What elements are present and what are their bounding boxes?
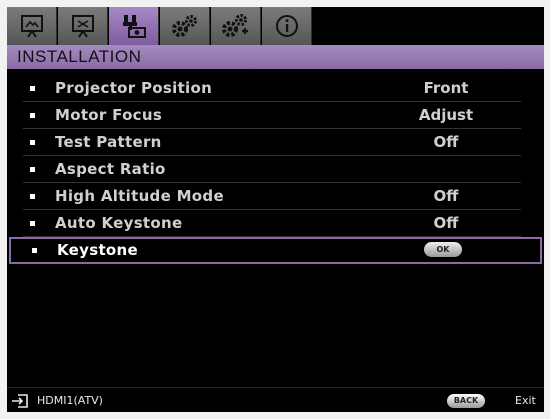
tab-advanced-settings[interactable] bbox=[211, 7, 261, 45]
bullet-icon bbox=[30, 86, 35, 91]
menu-item-value: Front bbox=[423, 79, 469, 97]
ok-button[interactable]: OK bbox=[424, 242, 462, 257]
menu-item-value: Off bbox=[433, 133, 459, 151]
menu-item-label: Test Pattern bbox=[55, 133, 162, 151]
menu-item-label: Auto Keystone bbox=[55, 214, 183, 232]
advanced-settings-gears-icon bbox=[221, 14, 248, 37]
exit-label: Exit bbox=[515, 394, 536, 407]
menu-item-value: Off bbox=[433, 187, 459, 205]
menu-item-value: Adjust bbox=[418, 106, 474, 124]
tab-picture[interactable] bbox=[58, 7, 108, 45]
installation-icon bbox=[122, 15, 146, 38]
menu-item-aspect-ratio[interactable]: Aspect Ratio bbox=[23, 156, 521, 183]
display-icon bbox=[20, 15, 43, 38]
tab-settings[interactable] bbox=[160, 7, 210, 45]
menu-item-high-altitude-mode[interactable]: High Altitude Mode Off bbox=[23, 183, 521, 210]
osd-screen: INSTALLATION Projector Position Front Mo… bbox=[7, 7, 544, 412]
settings-gears-icon bbox=[171, 15, 197, 37]
input-source-label: HDMI1(ATV) bbox=[37, 394, 103, 407]
info-icon bbox=[275, 15, 298, 37]
menu-item-keystone[interactable]: Keystone OK bbox=[9, 237, 542, 264]
back-button[interactable]: BACK bbox=[447, 394, 485, 408]
menu-item-label: Aspect Ratio bbox=[55, 160, 166, 178]
tab-display[interactable] bbox=[7, 7, 57, 45]
bullet-icon bbox=[30, 167, 35, 172]
menu-item-label: Motor Focus bbox=[55, 106, 163, 124]
menu-item-test-pattern[interactable]: Test Pattern Off bbox=[23, 129, 521, 156]
menu-item-label: High Altitude Mode bbox=[55, 187, 224, 205]
menu-item-projector-position[interactable]: Projector Position Front bbox=[23, 75, 521, 102]
bullet-icon bbox=[32, 248, 37, 253]
menu-tab-bar bbox=[7, 7, 544, 45]
menu-item-motor-focus[interactable]: Motor Focus Adjust bbox=[23, 102, 521, 129]
bullet-icon bbox=[30, 140, 35, 145]
section-title-bar: INSTALLATION bbox=[7, 45, 544, 69]
section-title: INSTALLATION bbox=[17, 47, 142, 66]
tab-installation[interactable] bbox=[109, 7, 159, 45]
bullet-icon bbox=[30, 221, 35, 226]
menu-item-value: Off bbox=[433, 214, 459, 232]
menu-item-auto-keystone[interactable]: Auto Keystone Off bbox=[23, 210, 521, 237]
menu-item-label: Projector Position bbox=[55, 79, 213, 97]
tab-information[interactable] bbox=[262, 7, 312, 45]
bullet-icon bbox=[30, 113, 35, 118]
menu-item-label: Keystone bbox=[57, 241, 138, 259]
status-bar: HDMI1(ATV) BACK Exit bbox=[7, 387, 544, 412]
input-source-icon bbox=[12, 394, 28, 408]
picture-icon bbox=[71, 15, 94, 38]
bullet-icon bbox=[30, 194, 35, 199]
